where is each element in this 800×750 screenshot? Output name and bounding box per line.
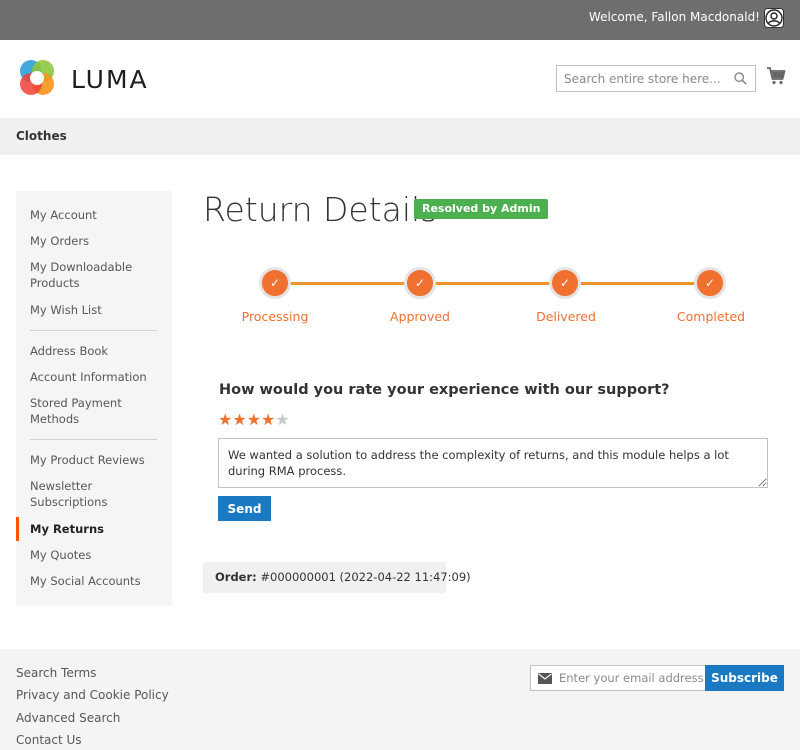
footer-link-search-terms[interactable]: Search Terms (16, 666, 96, 680)
rating-question: How would you rate your experience with … (219, 382, 670, 398)
sidebar-item-my-product-reviews[interactable]: My Product Reviews (30, 452, 160, 468)
sidebar-item-my-account[interactable]: My Account (30, 207, 160, 223)
newsletter-email-input[interactable] (559, 666, 704, 690)
luma-logo-icon[interactable] (16, 57, 58, 99)
progress-line (276, 282, 711, 285)
sidebar-item-stored-payment-methods[interactable]: Stored Payment Methods (30, 395, 160, 427)
status-badge: Resolved by Admin (414, 199, 549, 219)
order-value[interactable]: #000000001 (2022-04-22 11:47:09) (260, 570, 470, 584)
step-delivered-marker: ✓ (549, 267, 581, 299)
logo-text[interactable]: LUMA (71, 65, 149, 94)
sidebar-item-my-returns[interactable]: My Returns (30, 521, 160, 537)
footer-link-contact-us[interactable]: Contact Us (16, 733, 82, 747)
order-info: Order: #000000001 (2022-04-22 11:47:09) (203, 562, 471, 593)
sidebar-item-address-book[interactable]: Address Book (30, 343, 160, 359)
star-icon[interactable]: ★ (232, 410, 246, 429)
step-processing-marker: ✓ (259, 267, 291, 299)
top-bar: Welcome, Fallon Macdonald! (0, 0, 800, 40)
sidebar-item-my-orders[interactable]: My Orders (30, 233, 160, 249)
footer-link-privacy-policy[interactable]: Privacy and Cookie Policy (16, 688, 169, 702)
sidebar-item-my-quotes[interactable]: My Quotes (30, 547, 160, 563)
step-label-approved: Approved (390, 309, 450, 324)
step-label-processing: Processing (241, 309, 309, 324)
mail-icon (538, 673, 552, 684)
sidebar-divider (30, 330, 157, 331)
feedback-textarea[interactable]: We wanted a solution to address the comp… (218, 438, 768, 488)
step-approved-marker: ✓ (404, 267, 436, 299)
search-input[interactable] (557, 66, 727, 91)
order-text: Order: #000000001 (2022-04-22 11:47:09) (215, 570, 471, 584)
subscribe-button[interactable]: Subscribe (705, 665, 784, 691)
sidebar-item-my-social-accounts[interactable]: My Social Accounts (30, 573, 160, 589)
step-completed-marker: ✓ (694, 267, 726, 299)
sidebar-active-indicator (16, 517, 19, 541)
step-label-delivered: Delivered (536, 309, 596, 324)
search-icon[interactable] (734, 72, 747, 85)
header: LUMA (0, 40, 800, 118)
check-icon: ✓ (559, 276, 571, 290)
check-icon: ✓ (704, 276, 716, 290)
sidebar-item-account-information[interactable]: Account Information (30, 369, 160, 385)
main-nav: Clothes (0, 118, 800, 155)
user-icon[interactable] (764, 8, 784, 28)
sidebar-item-my-wish-list[interactable]: My Wish List (30, 302, 160, 318)
star-rating[interactable]: ★★★★★ (218, 411, 290, 429)
star-icon[interactable]: ★ (218, 410, 232, 429)
star-icon[interactable]: ★ (275, 410, 289, 429)
account-sidebar: My Account My Orders My Downloadable Pro… (16, 191, 172, 606)
cart-icon[interactable] (766, 66, 786, 86)
order-label: Order: (215, 570, 257, 584)
sidebar-item-my-downloadable-products[interactable]: My Downloadable Products (30, 259, 160, 291)
newsletter-field[interactable] (530, 665, 706, 691)
sidebar-divider (30, 439, 157, 440)
search-box[interactable] (556, 65, 756, 92)
footer: Search Terms Privacy and Cookie Policy A… (0, 649, 800, 750)
welcome-message: Welcome, Fallon Macdonald! (588, 10, 760, 24)
sidebar-item-newsletter-subscriptions[interactable]: Newsletter Subscriptions (30, 478, 160, 510)
send-button[interactable]: Send (218, 496, 271, 521)
step-label-completed: Completed (676, 309, 746, 324)
check-icon: ✓ (414, 276, 426, 290)
star-icon[interactable]: ★ (261, 410, 275, 429)
check-icon: ✓ (269, 276, 281, 290)
star-icon[interactable]: ★ (247, 410, 261, 429)
nav-item-clothes[interactable]: Clothes (16, 129, 67, 143)
page-title: Return Details (203, 190, 438, 229)
footer-link-advanced-search[interactable]: Advanced Search (16, 711, 120, 725)
